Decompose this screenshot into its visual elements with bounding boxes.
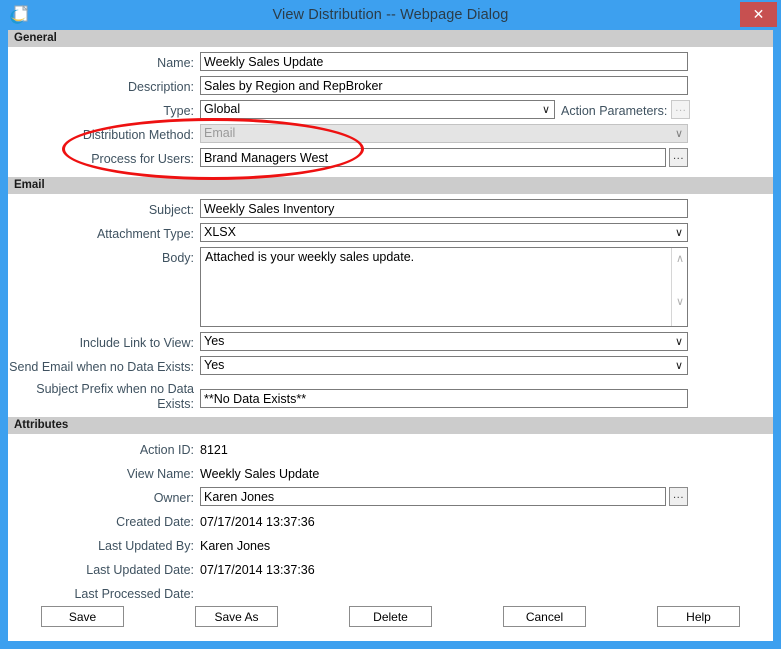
button-bar: Save Save As Delete Cancel Help [8, 606, 773, 627]
subject-label: Subject: [148, 203, 194, 217]
section-header-email: Email [8, 177, 773, 194]
last-updated-date-value: 07/17/2014 13:37:36 [200, 563, 315, 577]
send-when-no-data-select[interactable]: Yes ∨ [200, 356, 688, 375]
row-view-name: View Name: Weekly Sales Update [8, 463, 773, 487]
view-name-label: View Name: [126, 467, 194, 481]
distribution-method-selected-value: Email [204, 126, 236, 140]
row-last-updated-by: Last Updated By: Karen Jones [8, 535, 773, 559]
body-textarea[interactable]: Attached is your weekly sales update. ∧ … [200, 247, 688, 327]
last-updated-by-value: Karen Jones [200, 539, 271, 553]
row-distribution-method: Distribution Method: Email ∨ [8, 124, 773, 148]
row-type: Type: Global ∨ Action Parameters: ... [8, 100, 773, 124]
row-subject: Subject: [8, 199, 773, 223]
row-process-for-users: Process for Users: ... [8, 148, 773, 172]
view-name-value: Weekly Sales Update [200, 467, 320, 481]
row-last-updated-date: Last Updated Date: 07/17/2014 13:37:36 [8, 559, 773, 583]
row-body: Body: Attached is your weekly sales upda… [8, 247, 773, 327]
owner-browse-button[interactable]: ... [669, 487, 688, 506]
chevron-down-icon: ∨ [674, 127, 683, 140]
body-scrollbar[interactable]: ∧ ∨ [671, 248, 687, 326]
type-select[interactable]: Global ∨ [200, 100, 555, 119]
attachment-type-label: Attachment Type: [96, 227, 194, 241]
process-for-users-label: Process for Users: [91, 152, 194, 166]
process-for-users-input[interactable] [200, 148, 666, 167]
created-date-value: 07/17/2014 13:37:36 [200, 515, 315, 529]
section-header-general: General [8, 30, 773, 47]
body-text: Attached is your weekly sales update. [205, 250, 415, 264]
cancel-button[interactable]: Cancel [503, 606, 586, 627]
include-link-selected-value: Yes [204, 334, 225, 348]
attachment-type-selected-value: XLSX [204, 225, 236, 239]
subject-prefix-label-line1: Subject Prefix when no Data [36, 382, 194, 396]
row-last-processed-date: Last Processed Date: [8, 583, 773, 607]
row-subject-prefix: Subject Prefix when no Data Exists: [8, 380, 773, 412]
row-name: Name: [8, 52, 773, 76]
action-parameters-label: Action Parameters: [561, 104, 668, 118]
last-processed-date-label: Last Processed Date: [74, 587, 194, 601]
dialog-client-area: General Name: Description: Type: Global … [8, 30, 773, 641]
chevron-down-icon: ∨ [674, 359, 683, 372]
owner-label: Owner: [153, 491, 194, 505]
distribution-method-label: Distribution Method: [82, 128, 194, 142]
help-button[interactable]: Help [657, 606, 740, 627]
row-created-date: Created Date: 07/17/2014 13:37:36 [8, 511, 773, 535]
description-label: Description: [128, 80, 194, 94]
subject-prefix-label-line2: Exists: [157, 397, 194, 411]
delete-button[interactable]: Delete [349, 606, 432, 627]
window-title: View Distribution -- Webpage Dialog [272, 7, 509, 23]
description-input[interactable] [200, 76, 688, 95]
email-form: Subject: Attachment Type: XLSX ∨ Body: A… [8, 194, 773, 417]
body-label: Body: [162, 251, 194, 265]
send-when-no-data-label: Send Email when no Data Exists: [9, 360, 194, 374]
include-link-select[interactable]: Yes ∨ [200, 332, 688, 351]
attachment-type-select[interactable]: XLSX ∨ [200, 223, 688, 242]
attributes-form: Action ID: 8121 View Name: Weekly Sales … [8, 434, 773, 607]
action-parameters-browse-button[interactable]: ... [671, 100, 691, 119]
subject-input[interactable] [200, 199, 688, 218]
scroll-up-icon[interactable]: ∧ [672, 252, 688, 265]
name-label: Name: [157, 56, 194, 70]
last-updated-by-label: Last Updated By: [98, 539, 194, 553]
last-updated-date-label: Last Updated Date: [86, 563, 194, 577]
row-send-when-no-data: Send Email when no Data Exists: Yes ∨ [8, 356, 773, 380]
distribution-method-select: Email ∨ [200, 124, 688, 143]
owner-input[interactable] [200, 487, 666, 506]
process-for-users-browse-button[interactable]: ... [669, 148, 688, 167]
row-attachment-type: Attachment Type: XLSX ∨ [8, 223, 773, 247]
row-owner: Owner: ... [8, 487, 773, 511]
section-header-attributes: Attributes [8, 417, 773, 434]
save-as-button[interactable]: Save As [195, 606, 278, 627]
scroll-down-icon[interactable]: ∨ [672, 295, 688, 308]
internet-explorer-icon [8, 4, 30, 26]
include-link-label: Include Link to View: [79, 336, 194, 350]
action-id-label: Action ID: [139, 443, 194, 457]
dialog-window: View Distribution -- Webpage Dialog ✕ Ge… [0, 0, 781, 649]
chevron-down-icon: ∨ [541, 103, 550, 116]
row-description: Description: [8, 76, 773, 100]
row-include-link: Include Link to View: Yes ∨ [8, 332, 773, 356]
created-date-label: Created Date: [116, 515, 194, 529]
save-button[interactable]: Save [41, 606, 124, 627]
chevron-down-icon: ∨ [674, 335, 683, 348]
close-button[interactable]: ✕ [740, 2, 777, 27]
chevron-down-icon: ∨ [674, 226, 683, 239]
row-action-id: Action ID: 8121 [8, 439, 773, 463]
type-label: Type: [163, 104, 194, 118]
type-selected-value: Global [204, 102, 241, 116]
send-when-no-data-selected-value: Yes [204, 358, 225, 372]
subject-prefix-input[interactable] [200, 389, 688, 408]
name-input[interactable] [200, 52, 688, 71]
general-form: Name: Description: Type: Global ∨ Action… [8, 47, 773, 177]
title-bar: View Distribution -- Webpage Dialog ✕ [0, 0, 781, 30]
subject-prefix-label: Subject Prefix when no Data Exists: [8, 380, 200, 412]
action-id-value: 8121 [200, 443, 228, 457]
